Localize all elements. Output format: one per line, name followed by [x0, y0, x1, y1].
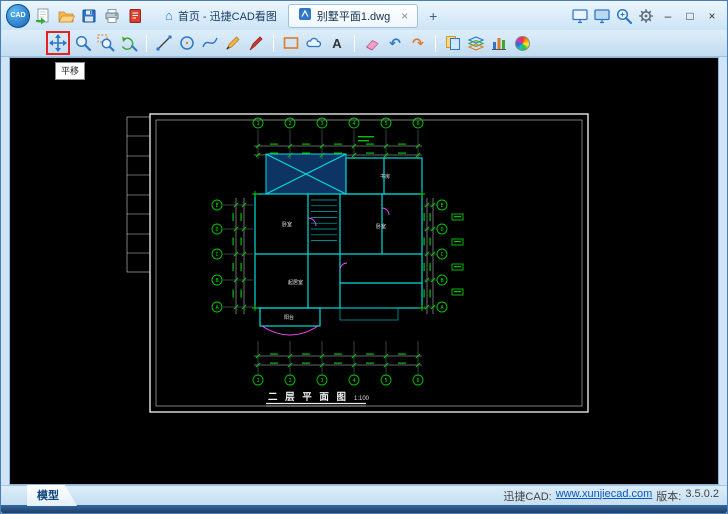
tab-home-label: 首页 - 迅捷CAD看图 — [178, 8, 277, 24]
maximize-button[interactable]: □ — [680, 6, 700, 26]
close-tab-icon[interactable]: × — [401, 10, 408, 22]
cloud-tool-icon[interactable] — [304, 33, 324, 53]
undo-icon[interactable]: ↶ — [385, 33, 405, 53]
grid-bubble-label: A — [440, 305, 444, 311]
titlebar: CAD ⌂ 首页 - 迅捷CAD看图 别墅平面1.dwg × + – □ — [1, 1, 727, 30]
grid-bubble-label: A — [215, 305, 219, 311]
new-tab-button[interactable]: + — [424, 7, 442, 25]
marker-tool-icon[interactable] — [246, 33, 266, 53]
grid-bubble-label: 2 — [288, 378, 291, 384]
close-button[interactable]: × — [702, 6, 722, 26]
version-value: 3.5.0.2 — [685, 488, 719, 504]
titlebar-right: – □ × — [570, 6, 722, 26]
grid-bubble-label: 2 — [288, 121, 291, 127]
cad-drawing[interactable]: 卧室 书房 卧室 起居室 阳台 二 层 平 面 图 1:100 1 2 3 4 5 6 1 2… — [10, 58, 718, 485]
image-manager-icon[interactable] — [443, 33, 463, 53]
grid-bubble-label: 4 — [352, 121, 355, 127]
grid-bubble-label: 1 — [256, 121, 259, 127]
grid-bubble-label: 6 — [416, 121, 419, 127]
app-logo-text: CAD — [10, 12, 25, 19]
window-bottom-frame — [1, 505, 727, 513]
grid-bubble-label: 6 — [416, 378, 419, 384]
drawing-scale: 1:100 — [354, 396, 370, 402]
grid-bubble-label: 5 — [384, 121, 387, 127]
print-icon[interactable] — [102, 6, 122, 26]
zoom-window-icon[interactable] — [96, 33, 116, 53]
revision-strip — [127, 117, 150, 272]
export-pdf-icon[interactable] — [125, 6, 145, 26]
toolbar-separator — [435, 35, 436, 52]
grid-bubble-label: 5 — [384, 378, 387, 384]
home-icon: ⌂ — [165, 9, 173, 22]
open-file-icon[interactable] — [56, 6, 76, 26]
toolbar-separator — [354, 35, 355, 52]
grid-bubble-label: 1 — [256, 378, 259, 384]
grid-bubble-label: B — [440, 278, 443, 284]
version-label: 版本: — [656, 488, 681, 504]
statusbar: 模型 迅捷CAD: www.xunjiecad.com 版本: 3.5.0.2 — [1, 485, 727, 505]
grid-bubble-label: 3 — [320, 121, 323, 127]
model-tab[interactable]: 模型 — [27, 485, 77, 506]
eraser-tool-icon[interactable] — [362, 33, 382, 53]
room-label: 阳台 — [284, 314, 294, 321]
color-wheel-icon[interactable] — [512, 33, 532, 53]
room-label: 卧室 — [376, 223, 386, 230]
grid-bubble-label: E — [440, 203, 443, 209]
stats-icon[interactable] — [489, 33, 509, 53]
zoom-search-icon[interactable] — [614, 6, 634, 26]
zoom-extents-icon[interactable] — [119, 33, 139, 53]
tab-bar: ⌂ 首页 - 迅捷CAD看图 别墅平面1.dwg × + — [156, 1, 442, 30]
drawing-title: 二 层 平 面 图 — [268, 392, 349, 403]
room-label: 起居室 — [288, 279, 303, 286]
text-tool-icon[interactable]: A — [327, 33, 347, 53]
multi-window-icon[interactable] — [570, 6, 590, 26]
layers-icon[interactable] — [466, 33, 486, 53]
display-icon[interactable] — [592, 6, 612, 26]
toolbar-separator — [146, 35, 147, 52]
app-window: CAD ⌂ 首页 - 迅捷CAD看图 别墅平面1.dwg × + – □ — [0, 0, 728, 514]
pan-tool-highlight — [46, 31, 70, 55]
drawing-canvas[interactable]: 卧室 书房 卧室 起居室 阳台 二 层 平 面 图 1:100 1 2 3 4 5 6 1 2… — [9, 57, 719, 485]
grid-bubble-label: 3 — [320, 378, 323, 384]
pan-tooltip: 平移 — [55, 62, 85, 80]
circle-tool-icon[interactable] — [177, 33, 197, 53]
pan-tool-icon[interactable] — [48, 33, 68, 53]
rectangle-tool-icon[interactable] — [281, 33, 301, 53]
website-link[interactable]: www.xunjiecad.com — [556, 488, 653, 504]
zoom-tool-icon[interactable] — [73, 33, 93, 53]
grid-bubble-label: C — [440, 252, 443, 258]
line-tool-icon[interactable] — [154, 33, 174, 53]
spline-tool-icon[interactable] — [200, 33, 220, 53]
grid-bubble-label: E — [215, 203, 218, 209]
brand-label: 迅捷CAD: — [503, 488, 551, 504]
minimize-button[interactable]: – — [658, 6, 678, 26]
redo-icon[interactable]: ↷ — [408, 33, 428, 53]
grid-bubble-label: 4 — [352, 378, 355, 384]
pencil-tool-icon[interactable] — [223, 33, 243, 53]
dwg-file-icon — [298, 7, 312, 24]
tab-drawing-label: 别墅平面1.dwg — [317, 8, 390, 24]
grid-bubble-label: B — [215, 278, 218, 284]
sheet-frame — [150, 114, 588, 412]
settings-gear-icon[interactable] — [636, 6, 656, 26]
room-label: 卧室 — [282, 221, 292, 228]
app-logo[interactable]: CAD — [6, 4, 30, 28]
status-right: 迅捷CAD: www.xunjiecad.com 版本: 3.5.0.2 — [503, 488, 719, 504]
detail-tags — [452, 214, 463, 295]
tab-home[interactable]: ⌂ 首页 - 迅捷CAD看图 — [156, 4, 286, 28]
grid-bubble-label: D — [440, 227, 443, 233]
grid-bubble-label: D — [215, 227, 218, 233]
save-icon[interactable] — [79, 6, 99, 26]
toolbar: A ↶ ↷ — [1, 30, 727, 57]
toolbar-separator — [273, 35, 274, 52]
new-drawing-icon[interactable] — [33, 6, 53, 26]
tab-drawing[interactable]: 别墅平面1.dwg × — [288, 4, 418, 28]
grid-bubble-label: C — [215, 252, 218, 258]
room-label: 书房 — [380, 173, 390, 180]
